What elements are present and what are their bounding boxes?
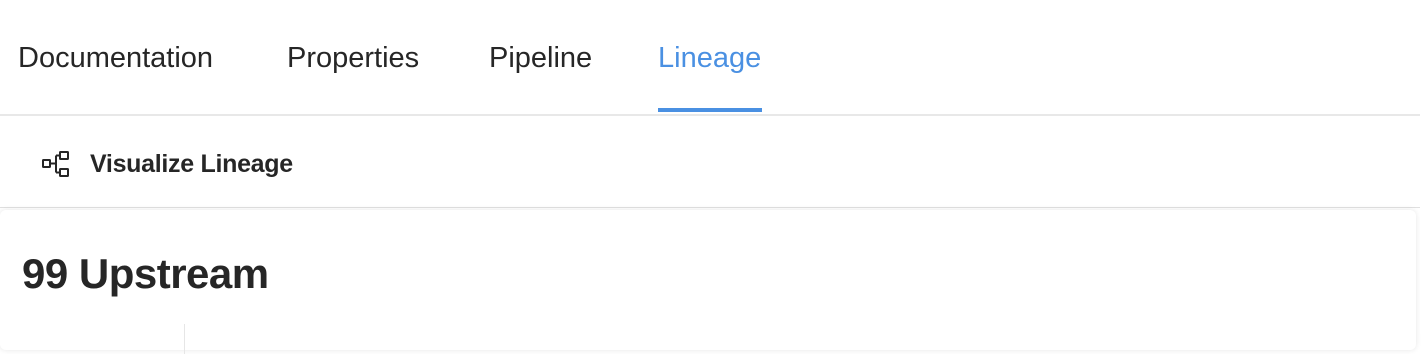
- tab-pipeline[interactable]: Pipeline: [489, 40, 592, 76]
- lineage-graph-icon: [40, 150, 74, 178]
- tab-documentation[interactable]: Documentation: [18, 40, 213, 76]
- visualize-lineage-label: Visualize Lineage: [90, 149, 293, 178]
- page-edge: [1420, 0, 1428, 334]
- tab-bar: Documentation Properties Pipeline Lineag…: [0, 0, 1428, 116]
- upstream-title: 99 Upstream: [22, 250, 269, 297]
- column-divider: [184, 324, 185, 354]
- upstream-card: 99 Upstream: [0, 210, 1416, 354]
- tab-lineage[interactable]: Lineage: [658, 40, 761, 76]
- visualize-lineage-button[interactable]: Visualize Lineage: [40, 144, 293, 184]
- lineage-toolbar: Visualize Lineage: [0, 118, 1428, 208]
- tab-properties[interactable]: Properties: [287, 40, 419, 76]
- active-tab-indicator: [658, 108, 762, 112]
